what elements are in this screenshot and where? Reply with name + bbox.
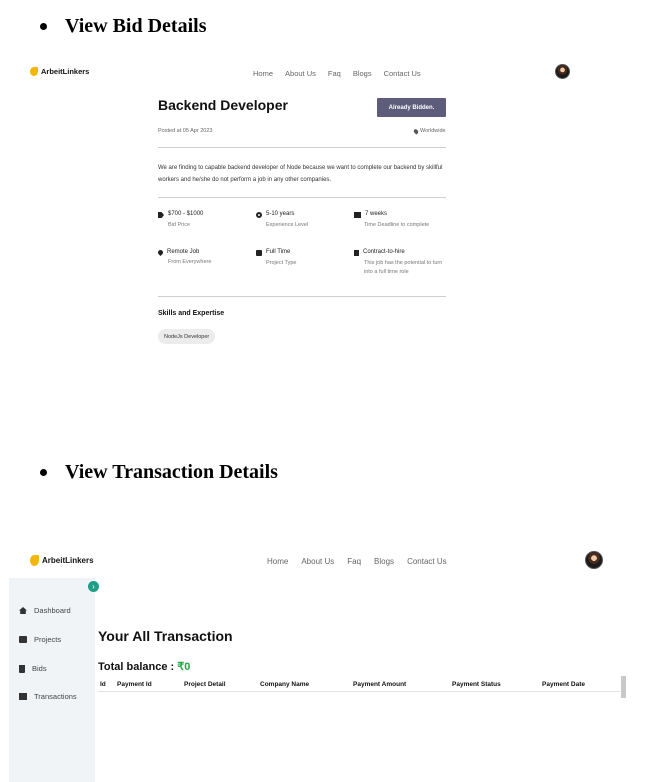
avatar[interactable] — [585, 551, 603, 569]
brand-logo[interactable]: ArbeitLinkers — [30, 67, 89, 76]
page-title: Your All Transaction — [98, 628, 233, 644]
posted-date: Posted at 05 Apr 2023 — [158, 128, 213, 134]
brand-logo[interactable]: ArbeitLinkers — [30, 555, 94, 566]
col-id: Id — [100, 681, 106, 688]
nav-blogs[interactable]: Blogs — [374, 557, 394, 566]
logo-icon — [30, 67, 38, 76]
sidebar-item-projects[interactable]: Projects — [19, 635, 61, 644]
col-project-detail: Project Detail — [184, 681, 226, 688]
divider — [158, 147, 446, 148]
skills-title: Skills and Expertise — [158, 310, 225, 317]
briefcase-icon — [19, 636, 27, 643]
detail-job-mode: Remote Job From Everywhere — [156, 248, 248, 267]
detail-experience: 5-10 years Experience Level — [256, 211, 346, 230]
nav-contact[interactable]: Contact Us — [384, 69, 421, 78]
trash-icon — [19, 664, 25, 673]
sidebar-item-transactions[interactable]: Transactions — [19, 692, 77, 701]
col-payment-status: Payment Status — [452, 681, 501, 688]
top-nav: Home About Us Faq Blogs Contact Us — [253, 69, 421, 78]
gears-icon — [256, 212, 262, 218]
file-icon — [354, 250, 359, 256]
transactions-table-header: Id Payment Id Project Detail Company Nam… — [98, 680, 620, 692]
divider — [158, 296, 446, 297]
location-pin-icon — [156, 248, 165, 257]
nav-contact[interactable]: Contact Us — [407, 557, 447, 566]
balance-amount: ₹0 — [177, 661, 191, 673]
nav-home[interactable]: Home — [267, 557, 288, 566]
divider — [158, 197, 446, 198]
detail-deadline: 7 weeks Time Deadline to complete — [354, 211, 444, 230]
transaction-section-heading: View Transaction Details — [40, 461, 278, 484]
col-company-name: Company Name — [260, 681, 310, 688]
sidebar-item-dashboard[interactable]: Dashboard — [19, 606, 71, 615]
job-location: Worldwide — [412, 127, 446, 135]
bid-section-heading: View Bid Details — [40, 15, 206, 38]
location-pin-icon — [412, 127, 420, 135]
detail-project-type: Full Time Project Type — [256, 249, 346, 268]
already-bidden-button[interactable]: Already Bidden. — [377, 98, 446, 117]
total-balance: Total balance : ₹0 — [98, 661, 191, 673]
home-icon — [19, 607, 27, 614]
top-nav: Home About Us Faq Blogs Contact Us — [267, 557, 447, 566]
nav-faq[interactable]: Faq — [347, 557, 361, 566]
col-payment-date: Payment Date — [542, 681, 585, 688]
chevron-right-icon[interactable]: › — [88, 581, 99, 592]
skill-chip: NodeJs Developer — [158, 329, 216, 344]
briefcase-icon — [256, 250, 262, 256]
detail-contract: Contract-to-hire This job has the potent… — [354, 249, 446, 277]
job-description: We are finding to capable backend develo… — [158, 165, 443, 183]
truck-icon — [354, 212, 361, 218]
bullet-icon — [40, 469, 47, 476]
col-payment-id: Payment Id — [117, 681, 152, 688]
bullet-icon — [40, 23, 47, 30]
avatar[interactable] — [555, 64, 570, 79]
scrollbar[interactable] — [621, 676, 626, 698]
nav-home[interactable]: Home — [253, 69, 273, 78]
detail-bid-price: $700 - $1000 Bid Price — [158, 211, 248, 230]
nav-about[interactable]: About Us — [285, 69, 316, 78]
col-payment-amount: Payment Amount — [353, 681, 407, 688]
job-title: Backend Developer — [158, 97, 288, 113]
logo-icon — [30, 555, 39, 566]
nav-about[interactable]: About Us — [301, 557, 334, 566]
wallet-icon — [19, 693, 27, 700]
sidebar-item-bids[interactable]: Bids — [19, 664, 47, 673]
nav-blogs[interactable]: Blogs — [353, 69, 372, 78]
nav-faq[interactable]: Faq — [328, 69, 341, 78]
tag-icon — [158, 212, 164, 218]
